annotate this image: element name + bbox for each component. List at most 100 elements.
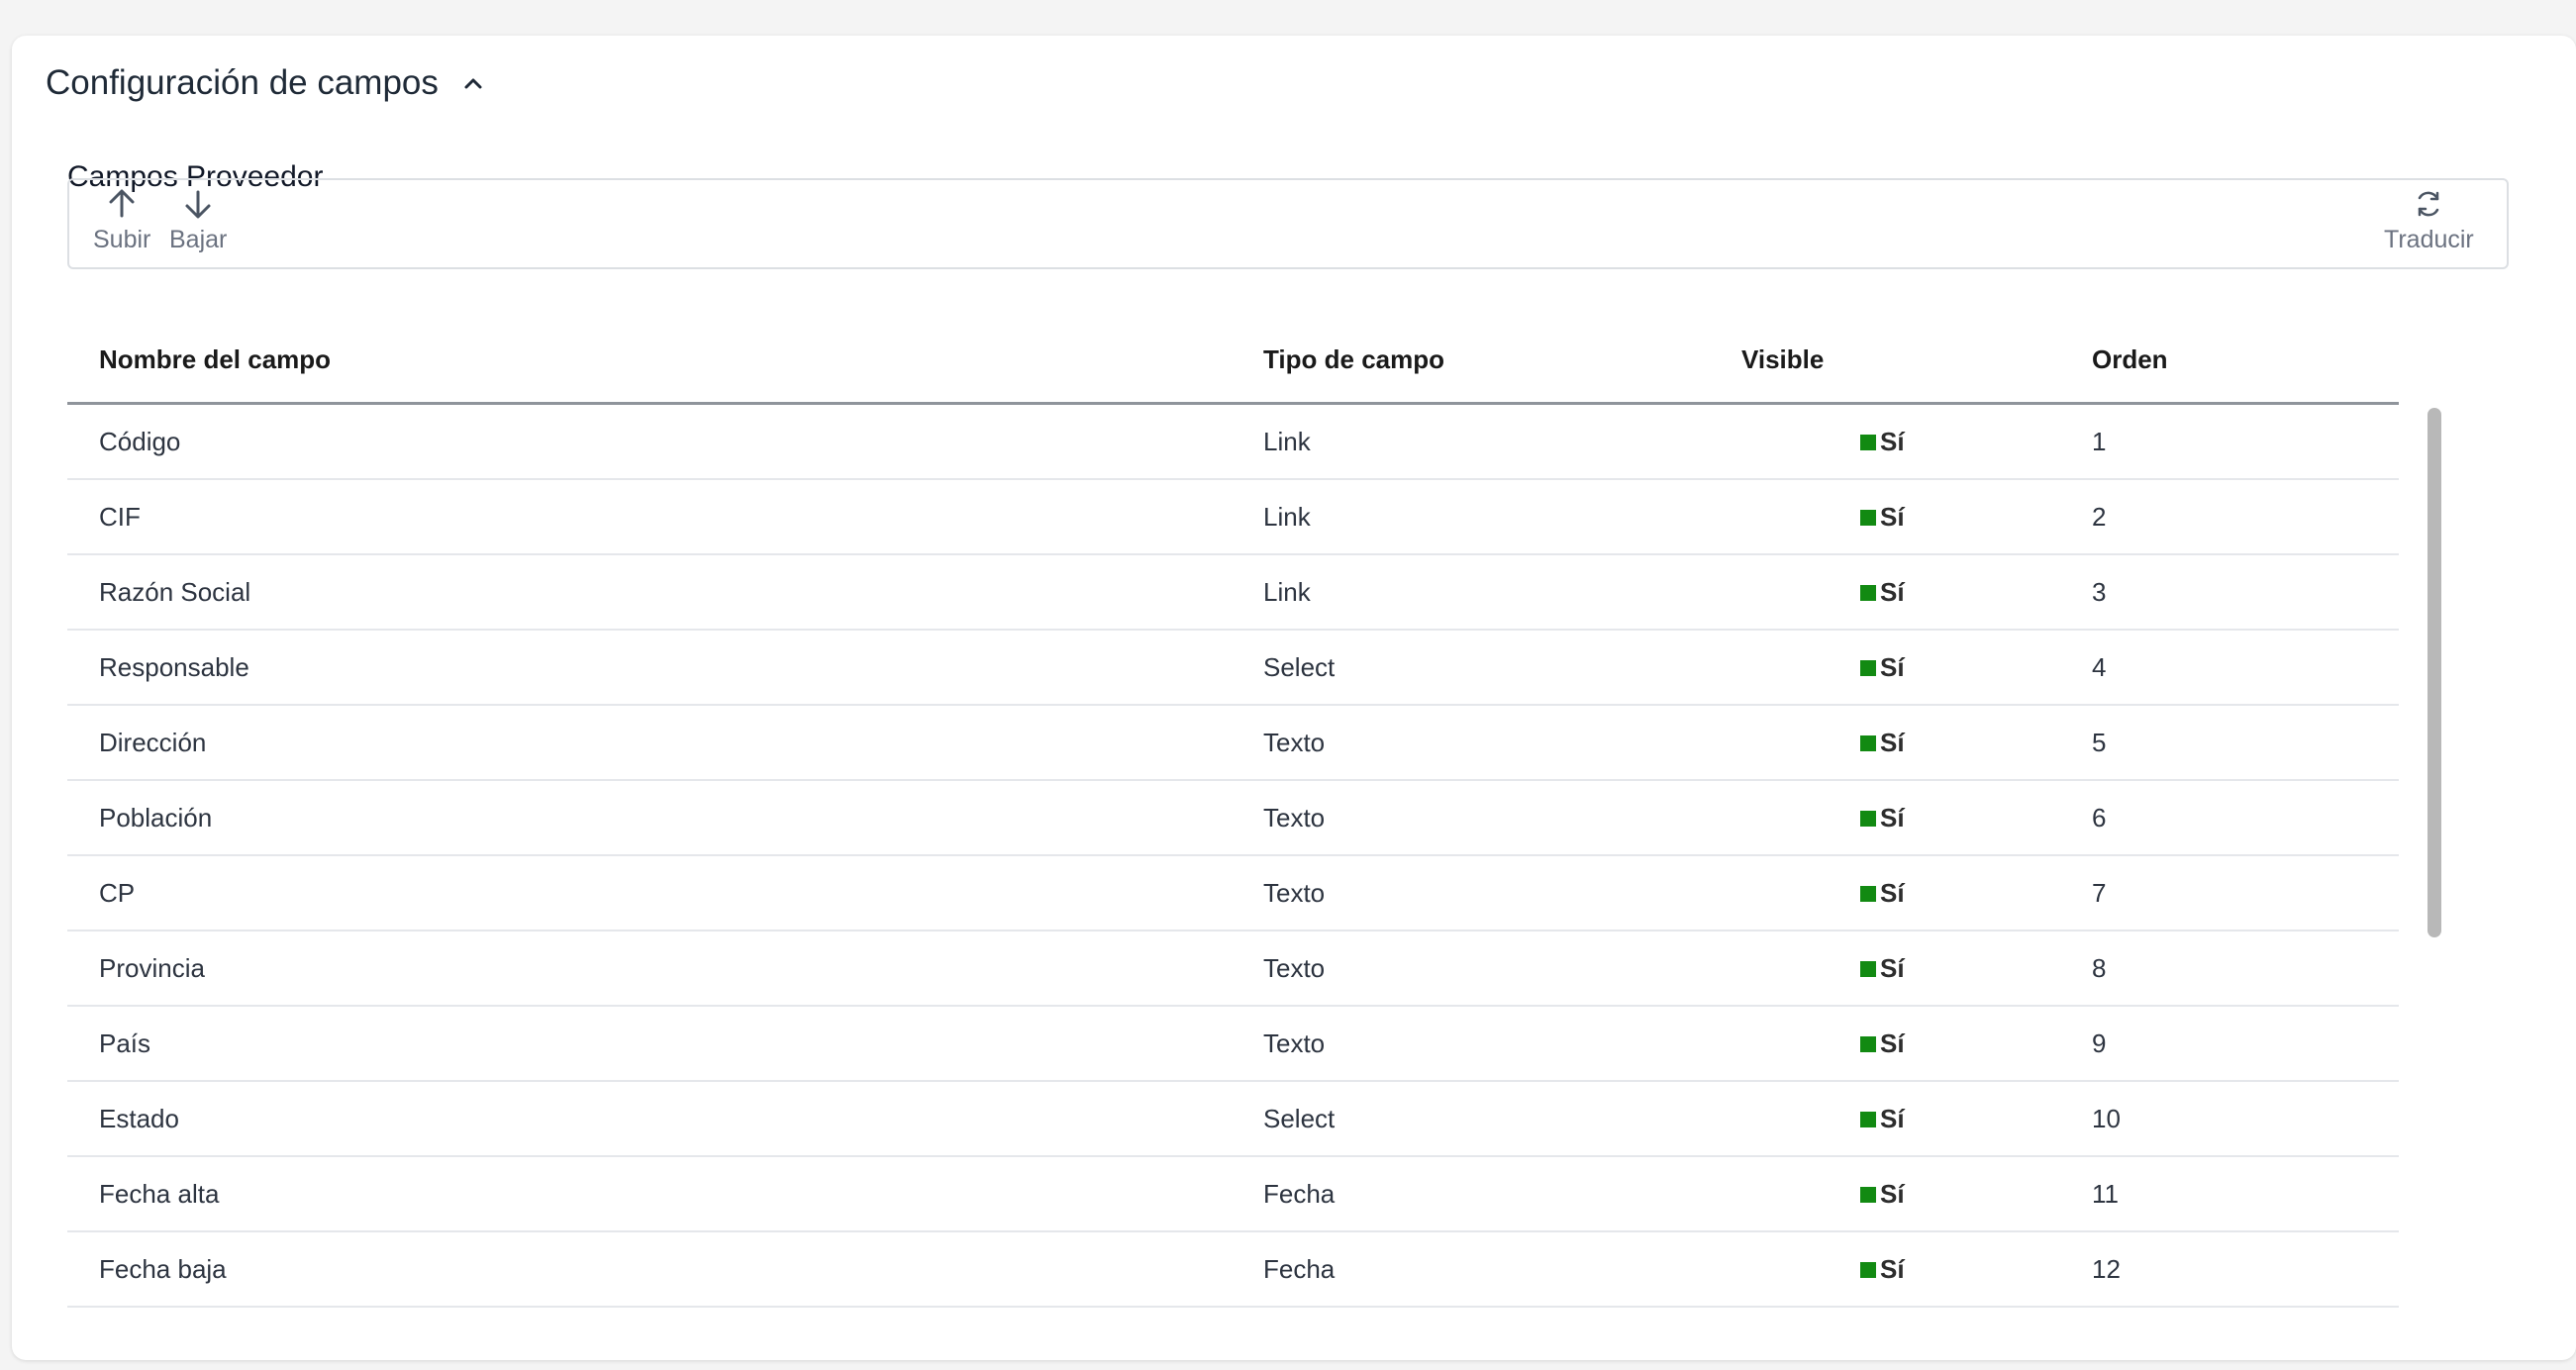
cell-field-type: Texto [1263,803,1326,832]
cell-order: 3 [2092,577,2107,607]
arrow-down-icon [180,186,216,222]
section-title: Configuración de campos [46,63,439,102]
cell-visible: Sí [1860,427,1905,457]
cell-order: 11 [2092,1179,2119,1209]
cell-field-type: Texto [1263,878,1326,908]
move-down-button[interactable]: Bajar [169,186,227,254]
move-up-button[interactable]: Subir [93,186,150,254]
cell-visible: Sí [1860,728,1905,758]
table-header: Nombre del campo Tipo de campo Visible O… [67,317,2399,405]
cell-field-name: Población [99,803,213,832]
visible-status-icon [1860,734,1876,751]
table-row[interactable]: País Texto Sí 9 [67,1007,2399,1082]
cell-order: 7 [2092,878,2107,908]
scrollbar-thumb[interactable] [2427,408,2441,937]
cell-visible: Sí [1860,803,1905,833]
visible-status-icon [1860,1261,1876,1278]
chevron-up-icon[interactable] [460,70,486,96]
cell-field-type: Select [1263,1104,1336,1133]
cell-field-name: Responsable [99,652,249,682]
cell-field-type: Link [1263,577,1311,607]
table-row[interactable]: CIF Link Sí 2 [67,480,2399,555]
header-order[interactable]: Orden [2092,344,2168,375]
cell-field-type: Texto [1263,728,1326,757]
move-down-label: Bajar [169,226,228,253]
visible-status-label: Sí [1880,953,1905,983]
visible-status-label: Sí [1880,427,1905,456]
cell-order: 2 [2092,502,2107,532]
cell-field-type: Texto [1263,953,1326,983]
visible-status-icon [1860,659,1876,676]
section-header[interactable]: Configuración de campos [46,55,486,111]
cell-visible: Sí [1860,1179,1905,1210]
visible-status-label: Sí [1880,1254,1905,1284]
table-row[interactable]: Código Link Sí 1 [67,405,2399,480]
cell-order: 5 [2092,728,2107,757]
table-row[interactable]: Razón Social Link Sí 3 [67,555,2399,631]
translate-button[interactable]: Traducir [2384,186,2474,254]
visible-status-label: Sí [1880,728,1905,757]
visible-status-label: Sí [1880,652,1905,682]
table-row[interactable]: Responsable Select Sí 4 [67,631,2399,706]
table-row[interactable]: Fecha baja Fecha Sí 12 [67,1232,2399,1308]
cell-field-name: Fecha alta [99,1179,220,1209]
visible-status-icon [1860,1111,1876,1127]
cell-order: 4 [2092,652,2107,682]
table-row[interactable]: Provincia Texto Sí 8 [67,931,2399,1007]
visible-status-label: Sí [1880,1028,1905,1058]
fields-table: Nombre del campo Tipo de campo Visible O… [67,317,2399,1308]
cell-field-name: País [99,1028,151,1058]
cell-order: 12 [2092,1254,2121,1284]
cell-order: 1 [2092,427,2107,456]
cell-visible: Sí [1860,1028,1905,1059]
table-row[interactable]: Fecha alta Fecha Sí 11 [67,1157,2399,1232]
visible-status-icon [1860,810,1876,827]
cell-visible: Sí [1860,577,1905,608]
cell-order: 6 [2092,803,2107,832]
cell-visible: Sí [1860,502,1905,533]
visible-status-icon [1860,509,1876,526]
cell-order: 8 [2092,953,2107,983]
visible-status-label: Sí [1880,502,1905,532]
cell-visible: Sí [1860,953,1905,984]
visible-status-label: Sí [1880,1179,1905,1209]
move-up-label: Subir [93,226,151,253]
cell-visible: Sí [1860,878,1905,909]
visible-status-label: Sí [1880,803,1905,832]
table-row[interactable]: CP Texto Sí 7 [67,856,2399,931]
cell-field-name: CP [99,878,136,908]
cell-order: 10 [2092,1104,2121,1133]
visible-status-label: Sí [1880,577,1905,607]
header-field-type[interactable]: Tipo de campo [1263,344,1444,375]
translate-label: Traducir [2384,226,2474,253]
toolbar: Subir Bajar Traducir [67,178,2509,269]
cell-field-type: Texto [1263,1028,1326,1058]
header-visible[interactable]: Visible [1741,344,1824,375]
cell-field-name: Razón Social [99,577,251,607]
visible-status-icon [1860,434,1876,450]
table-row[interactable]: Dirección Texto Sí 5 [67,706,2399,781]
table-row[interactable]: Población Texto Sí 6 [67,781,2399,856]
cell-field-type: Link [1263,427,1311,456]
arrow-up-icon [104,186,140,222]
cell-field-type: Link [1263,502,1311,532]
visible-status-icon [1860,885,1876,902]
cell-field-type: Fecha [1263,1179,1336,1209]
visible-status-label: Sí [1880,878,1905,908]
refresh-icon [2411,186,2446,222]
visible-status-icon [1860,1186,1876,1203]
visible-status-icon [1860,584,1876,601]
cell-visible: Sí [1860,652,1905,683]
cell-visible: Sí [1860,1254,1905,1285]
visible-status-icon [1860,1035,1876,1052]
visible-status-label: Sí [1880,1104,1905,1133]
cell-field-name: Estado [99,1104,179,1133]
cell-field-name: Provincia [99,953,205,983]
table-row[interactable]: Estado Select Sí 10 [67,1082,2399,1157]
cell-field-type: Select [1263,652,1336,682]
cell-field-type: Fecha [1263,1254,1336,1284]
header-field-name[interactable]: Nombre del campo [99,344,331,375]
cell-field-name: Fecha baja [99,1254,227,1284]
cell-visible: Sí [1860,1104,1905,1134]
cell-field-name: Dirección [99,728,207,757]
